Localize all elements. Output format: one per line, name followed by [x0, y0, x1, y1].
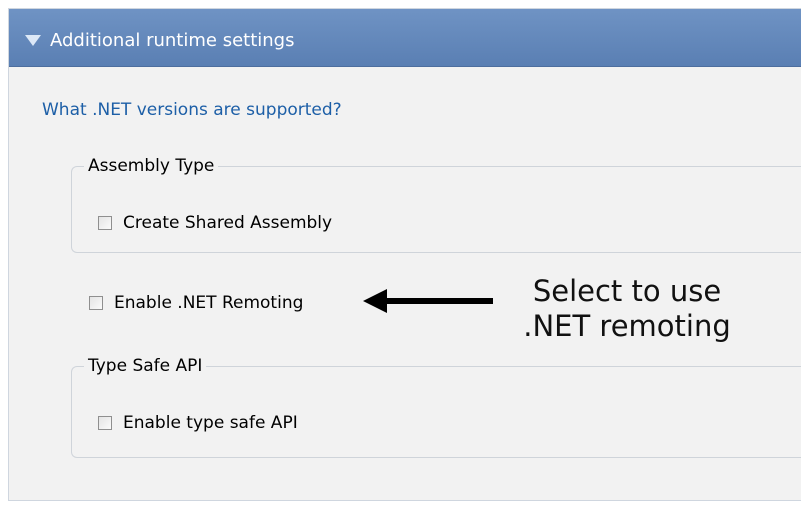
- panel-title: Additional runtime settings: [50, 30, 295, 51]
- create-shared-assembly-checkbox[interactable]: [98, 216, 112, 230]
- type-safe-api-legend: Type Safe API: [84, 354, 207, 378]
- enable-remoting-checkbox[interactable]: [89, 296, 103, 310]
- enable-type-safe-api-label: Enable type safe API: [123, 413, 298, 433]
- panel-header[interactable]: Additional runtime settings: [9, 9, 801, 67]
- assembly-type-group: Assembly Type Create Shared Assembly: [71, 154, 801, 253]
- enable-type-safe-api-checkbox[interactable]: [98, 416, 112, 430]
- annotation-line-2: .NET remoting: [523, 309, 731, 343]
- left-arrow-icon: [363, 289, 493, 313]
- enable-type-safe-api-option[interactable]: Enable type safe API: [98, 412, 298, 434]
- runtime-settings-panel: Additional runtime settings What .NET ve…: [8, 8, 801, 501]
- annotation-line-1: Select to use: [532, 274, 722, 308]
- dotnet-versions-link[interactable]: What .NET versions are supported?: [42, 99, 342, 121]
- enable-remoting-option[interactable]: Enable .NET Remoting: [89, 292, 303, 314]
- type-safe-api-group: Type Safe API Enable type safe API: [71, 354, 801, 458]
- enable-remoting-label: Enable .NET Remoting: [114, 293, 304, 313]
- annotation-callout: Select to use .NET remoting: [492, 274, 762, 344]
- create-shared-assembly-option[interactable]: Create Shared Assembly: [98, 212, 332, 234]
- create-shared-assembly-label: Create Shared Assembly: [123, 213, 333, 233]
- assembly-type-legend: Assembly Type: [84, 154, 219, 178]
- collapse-triangle-icon[interactable]: [25, 35, 41, 46]
